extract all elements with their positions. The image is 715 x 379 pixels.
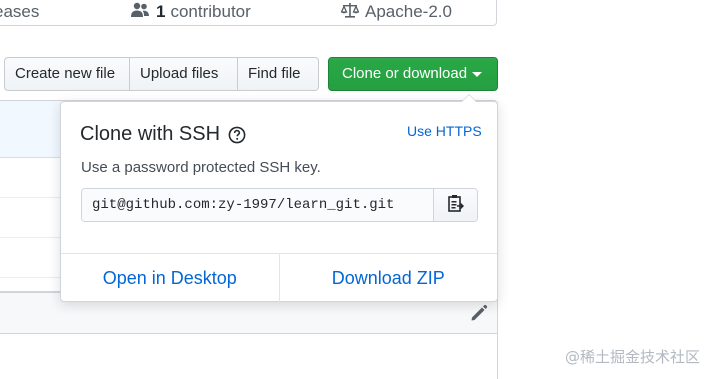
copy-to-clipboard-button[interactable]: [433, 189, 477, 221]
contributors-label: contributor: [170, 2, 251, 21]
clone-or-download-label: Clone or download: [342, 65, 468, 82]
clone-url-group: [81, 188, 478, 222]
pencil-icon[interactable]: [469, 303, 489, 328]
law-icon: [340, 2, 365, 23]
repository-page: eases 1 contributor: [0, 0, 715, 379]
find-file-button[interactable]: Find file: [238, 57, 319, 91]
contributors-stat[interactable]: 1 contributor: [130, 1, 251, 23]
create-new-file-button[interactable]: Create new file: [4, 57, 130, 91]
clone-dropdown: Clone with SSH Use HTTPS Use a password …: [60, 94, 498, 302]
clone-dropdown-footer: Open in Desktop Download ZIP: [61, 253, 497, 302]
license-label: Apache-2.0: [365, 2, 452, 21]
question-icon[interactable]: [228, 126, 246, 144]
clone-url-input[interactable]: [82, 189, 433, 221]
open-in-desktop-button[interactable]: Open in Desktop: [61, 254, 279, 302]
file-actions-group: Create new file Upload files Find file: [4, 57, 319, 91]
clone-description: Use a password protected SSH key.: [81, 159, 321, 176]
releases-stat[interactable]: eases: [0, 1, 39, 23]
download-zip-button[interactable]: Download ZIP: [278, 254, 498, 302]
clone-dropdown-header: Clone with SSH: [80, 123, 246, 146]
license-stat[interactable]: Apache-2.0: [340, 1, 452, 23]
watermark: @稀土掘金技术社区: [565, 348, 701, 366]
releases-label: eases: [0, 2, 40, 21]
clone-dropdown-title: Clone with SSH: [80, 123, 221, 145]
caret-down-icon: [472, 71, 483, 77]
repo-stats-bar: eases 1 contributor: [0, 0, 497, 26]
people-icon: [130, 2, 156, 23]
upload-files-button[interactable]: Upload files: [130, 57, 238, 91]
use-https-link[interactable]: Use HTTPS: [407, 123, 482, 139]
readme-box: [0, 292, 498, 379]
contributors-count: 1: [156, 2, 166, 21]
clippy-icon: [447, 194, 464, 217]
